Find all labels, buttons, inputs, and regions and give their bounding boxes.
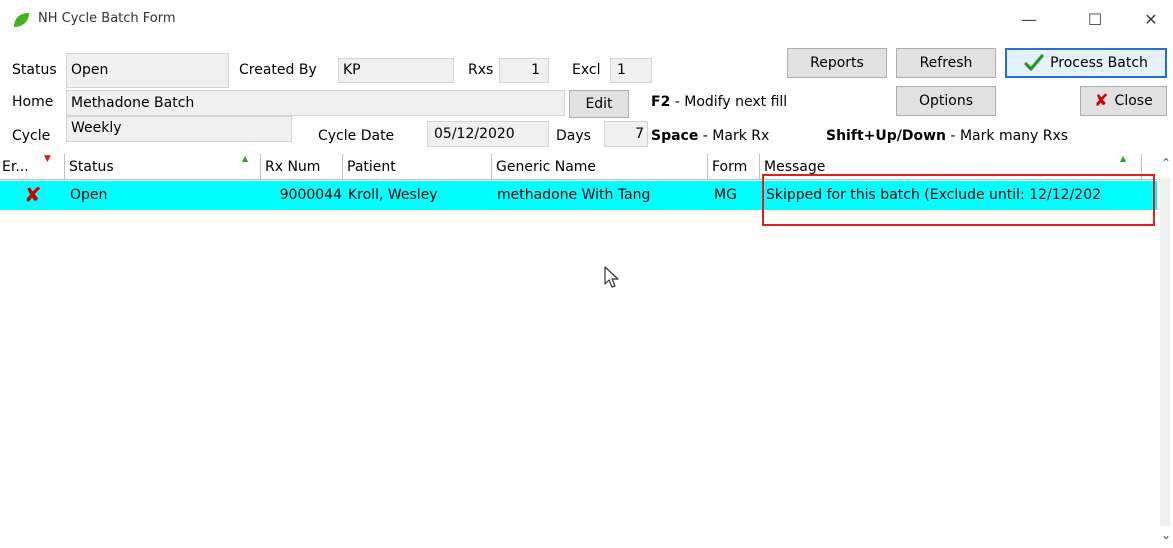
window-title: NH Cycle Batch Form <box>38 11 176 26</box>
error-x-icon: ✘ <box>24 183 42 207</box>
cycle-field: Weekly <box>66 116 292 142</box>
created-by-label: Created By <box>239 62 317 78</box>
f2-hint: F2 - Modify next fill <box>651 94 787 110</box>
edit-label: Edit <box>585 96 613 112</box>
options-button[interactable]: Options <box>896 86 996 116</box>
row-generic-name: methadone With Tang <box>497 187 651 203</box>
column-rxnum-label: Rx Num <box>265 159 321 175</box>
excl-label: Excl <box>572 62 601 78</box>
days-field: 7 <box>604 121 648 147</box>
leaf-icon <box>14 13 29 27</box>
checkmark-icon <box>1024 54 1044 71</box>
scrollbar-track[interactable] <box>1160 178 1170 526</box>
close-label: Close <box>1114 93 1153 109</box>
column-header-generic-name[interactable]: Generic Name <box>492 154 708 180</box>
column-header-error[interactable]: Er... <box>0 154 65 180</box>
column-status-label: Status <box>69 159 114 175</box>
column-message-label: Message <box>764 159 826 175</box>
column-patient-label: Patient <box>347 159 396 175</box>
scroll-down-icon[interactable]: ⌄ <box>1161 528 1171 542</box>
cycle-date-field[interactable]: 05/12/2020 <box>427 121 549 147</box>
column-error-label: Er... <box>2 159 29 175</box>
days-label: Days <box>556 128 591 144</box>
cycle-label: Cycle <box>12 128 51 144</box>
maximize-button[interactable]: ☐ <box>1072 6 1118 34</box>
shift-text: - Mark many Rxs <box>946 128 1069 144</box>
window-close-button[interactable]: ✕ <box>1128 6 1173 34</box>
sort-asc-icon: ▲ <box>242 154 249 163</box>
home-label: Home <box>12 94 54 110</box>
process-batch-button[interactable]: Process Batch <box>1005 48 1167 78</box>
home-field: Methadone Batch <box>66 90 565 116</box>
column-header-status[interactable]: Status <box>65 154 261 180</box>
mouse-cursor-icon <box>604 266 619 288</box>
scroll-up-icon[interactable]: ⌃ <box>1161 156 1171 170</box>
status-label: Status <box>12 62 57 78</box>
column-header-form[interactable]: Form <box>708 154 760 180</box>
close-x-icon: ✘ <box>1094 91 1109 111</box>
process-batch-label: Process Batch <box>1050 55 1148 71</box>
space-key: Space <box>651 128 699 144</box>
column-generic-label: Generic Name <box>496 159 597 175</box>
created-by-field: KP <box>338 58 454 83</box>
space-text: - Mark Rx <box>698 128 770 144</box>
refresh-label: Refresh <box>919 55 973 71</box>
options-label: Options <box>918 93 974 109</box>
shift-key: Shift+Up/Down <box>826 128 947 144</box>
sort-asc-icon-message: ▲ <box>1120 154 1127 163</box>
sort-desc-icon: ▼ <box>44 154 51 164</box>
close-button[interactable]: ✘ Close <box>1080 86 1167 116</box>
space-hint: Space - Mark Rx <box>651 128 769 144</box>
column-header-patient[interactable]: Patient <box>343 154 492 180</box>
shift-hint: Shift+Up/Down - Mark many Rxs <box>826 128 1068 144</box>
cycle-date-label: Cycle Date <box>318 128 395 144</box>
annotation-highlight-box <box>762 174 1155 226</box>
row-status: Open <box>70 187 108 203</box>
row-rx-num: 9000044 <box>279 187 342 203</box>
f2-text: - Modify next fill <box>670 94 788 110</box>
rxs-label: Rxs <box>468 62 494 78</box>
edit-button[interactable]: Edit <box>569 90 629 118</box>
column-form-label: Form <box>712 159 748 175</box>
status-field: Open <box>66 53 229 88</box>
title-bar: NH Cycle Batch Form — ☐ ✕ <box>0 0 1173 40</box>
reports-button[interactable]: Reports <box>787 48 887 78</box>
reports-label: Reports <box>810 55 864 71</box>
excl-field: 1 <box>610 58 652 83</box>
f2-key: F2 <box>651 94 671 110</box>
minimize-button[interactable]: — <box>1006 6 1052 34</box>
rxs-field: 1 <box>499 58 549 83</box>
refresh-button[interactable]: Refresh <box>896 48 996 78</box>
column-header-rx-num[interactable]: Rx Num <box>261 154 343 180</box>
row-patient: Kroll, Wesley <box>348 187 438 203</box>
row-form: MG <box>714 187 737 203</box>
